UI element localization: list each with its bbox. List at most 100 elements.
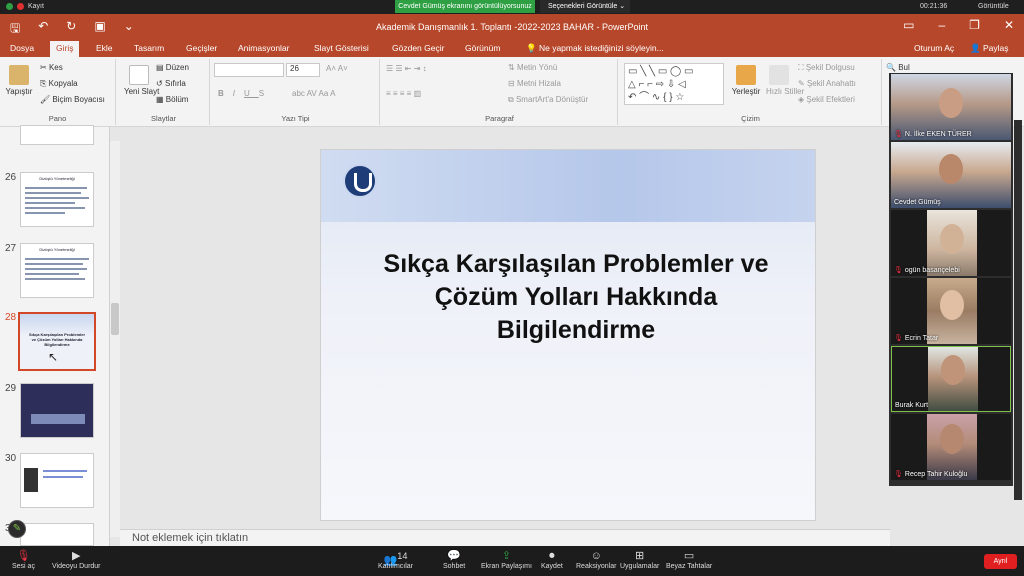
layout-button[interactable]: ▤ Düzen (156, 63, 189, 72)
mic-muted-icon: 🎙 (894, 335, 903, 342)
font-style-buttons[interactable]: BIUS (218, 89, 273, 98)
shape-fill-label: Şekil Dolgusu (805, 63, 855, 72)
apps-button[interactable]: ⊞ Uygulamalar (620, 550, 659, 570)
paste-icon (9, 65, 29, 85)
find-button[interactable]: 🔍 Bul (886, 63, 910, 72)
gallery-scrollbar[interactable] (1014, 120, 1022, 500)
cut-button[interactable]: ✂ Kes (40, 63, 63, 72)
grow-font-icon[interactable]: A˄ A˅ (326, 64, 348, 73)
smartart-button[interactable]: ⧉ SmartArt'a Dönüştür (508, 95, 588, 105)
shapes-gallery[interactable]: ▭ ╲ ╲ ▭ ◯ ▭ △ ⌐ ⌐ ⇨ ⇩ ◁ ↶ ⌒ ∿ { } ☆ (624, 63, 724, 105)
participant-tile[interactable]: 🎙 N. İlke EKEN TÜRER (891, 74, 1011, 140)
recording-indicator: Kayıt (6, 3, 44, 10)
tab-insert[interactable]: Ekle (96, 43, 113, 53)
whiteboard-label: Beyaz Tahtalar (666, 563, 713, 570)
chevron-down-icon: ⌄ (619, 3, 626, 10)
tab-slideshow[interactable]: Slayt Gösterisi (314, 43, 369, 53)
smiley-icon: ☺ (590, 550, 602, 562)
new-slide-button[interactable]: Yeni Slayt (124, 65, 159, 96)
shape-outline-button[interactable]: ✎ Şekil Anahattı (798, 79, 856, 88)
slide-canvas[interactable]: Sıkça Karşılaşılan Problemler ve Çözüm Y… (320, 149, 816, 521)
chat-button[interactable]: 💬 Sohbet (443, 550, 465, 570)
tab-review[interactable]: Gözden Geçir (392, 43, 444, 53)
chat-icon: 💬 (447, 550, 461, 562)
slide-thumbnail[interactable]: Dizüştü Yönetmeliği (20, 172, 94, 227)
text-direction-button[interactable]: ⇅ Metin Yönü (508, 63, 557, 72)
char-spacing-icon[interactable]: abc AV Aa A (292, 89, 335, 98)
record-button[interactable]: ⏺ Kaydet (541, 550, 563, 570)
slide-number: 26 (5, 172, 17, 183)
participant-tile[interactable]: 🎙 ogün basançelebi (891, 210, 1011, 276)
slide-thumbnail[interactable] (20, 125, 94, 145)
slide-thumbnail[interactable] (20, 453, 94, 508)
thumbnail-scrollbar[interactable] (110, 141, 120, 537)
view-button[interactable]: Görüntüle (978, 3, 1009, 10)
tab-file[interactable]: Dosya (10, 43, 34, 53)
align-text-button[interactable]: ⊟ Metni Hizala (508, 79, 561, 88)
quick-styles-button[interactable]: Hızlı Stiller (766, 65, 804, 96)
format-painter-button[interactable]: 🖌 Biçim Boyacısı (40, 95, 105, 104)
slide-number: 27 (5, 243, 17, 254)
minimize-icon[interactable]: – (938, 18, 945, 32)
stop-video-button[interactable]: ▶ Videoyu Durdur (52, 550, 101, 570)
workspace: 26 Dizüştü Yönetmeliği 27 Dizüştü Yönetm… (0, 125, 1024, 546)
slide-thumbnail[interactable]: Dizüştü Yönetmeliği (20, 243, 94, 298)
group-label: Çizim (741, 114, 760, 123)
reset-button[interactable]: ↺ Sıfırla (156, 79, 186, 88)
font-family-select[interactable] (214, 63, 284, 77)
tab-design[interactable]: Tasarım (134, 43, 164, 53)
unmute-button[interactable]: 🎙 Sesi aç (12, 550, 35, 570)
shape-effects-button[interactable]: ◈ Şekil Efektleri (798, 95, 855, 104)
slide-thumbnail[interactable] (20, 383, 94, 438)
slide-title[interactable]: Sıkça Karşılaşılan Problemler ve Çözüm Y… (351, 248, 801, 347)
scrollbar-thumb[interactable] (111, 303, 119, 335)
layout-icon: ▤ (156, 63, 164, 72)
align-icons[interactable]: ≡ ≡ ≡ ≡ ▥ (386, 89, 421, 98)
whiteboard-button[interactable]: ▭ Beyaz Tahtalar (666, 550, 712, 570)
participant-head (940, 290, 964, 320)
participant-head (939, 154, 963, 184)
view-options-button[interactable]: Seçenekleri Görüntüle ⌄ (540, 0, 630, 13)
ribbon-display-icon[interactable]: ▭ (903, 18, 914, 32)
bullets-icon[interactable]: ☰ ☰ ⇤ ⇥ ↕ (386, 64, 427, 73)
share-button[interactable]: 👤 Paylaş (970, 43, 1008, 54)
slide-number: 28 (5, 312, 17, 323)
paste-button[interactable]: Yapıştır (4, 65, 34, 96)
video-feed (928, 347, 978, 411)
section-label: Bölüm (165, 95, 189, 104)
slide-thumbnail[interactable] (20, 523, 94, 546)
tab-view[interactable]: Görünüm (465, 43, 500, 53)
ribbon-tabs: Dosya Giriş Ekle Tasarım Geçişler Animas… (0, 40, 1024, 57)
reactions-button[interactable]: ☺ Reaksiyonlar (576, 550, 616, 570)
notes-pane[interactable]: Not eklemek için tıklatın (120, 529, 890, 546)
copy-button[interactable]: ⎘ Kopyala (40, 79, 78, 89)
share-label: Paylaş (982, 43, 1009, 53)
restore-icon[interactable]: ❐ (969, 18, 980, 32)
thumbnail-line (25, 263, 83, 265)
mic-muted-icon: 🎙 (894, 267, 903, 274)
arrange-icon (736, 65, 756, 85)
tab-transitions[interactable]: Geçişler (186, 43, 217, 53)
share-screen-button[interactable]: ⇪ Ekran Paylaşımı (481, 550, 532, 570)
tab-home[interactable]: Giriş (50, 41, 80, 57)
tell-me-box[interactable]: 💡 Ne yapmak istediğinizi söyleyin... (526, 43, 664, 54)
shape-fill-button[interactable]: ⛶ Şekil Dolgusu (798, 63, 855, 73)
participant-gallery: 🎙 N. İlke EKEN TÜRER Cevdet Gümüş 🎙 ogün b… (889, 73, 1013, 486)
participant-name: Ecrin Tatar (904, 334, 939, 342)
thumbnail-line (25, 258, 89, 260)
section-button[interactable]: ▦ Bölüm (156, 95, 188, 104)
leave-button[interactable]: Ayrıl (984, 554, 1017, 569)
participants-button[interactable]: 👥14 Katılımcılar (378, 550, 413, 570)
participant-tile-active-speaker[interactable]: Burak Kurt (891, 346, 1011, 412)
annotate-icon[interactable]: ✎ (8, 520, 26, 538)
participant-tile[interactable]: Cevdet Gümüş (891, 142, 1011, 208)
ribbon: Yapıştır ✂ Kes ⎘ Kopyala 🖌 Biçim Boyacıs… (0, 57, 1024, 127)
close-icon[interactable]: ✕ (1004, 18, 1014, 32)
participant-tile[interactable]: 🎙 Ecrin Tatar (891, 278, 1011, 344)
sign-in-link[interactable]: Oturum Aç (914, 43, 954, 53)
arrange-button[interactable]: Yerleştir (730, 65, 762, 96)
font-size-select[interactable]: 26 (286, 63, 320, 77)
tab-animations[interactable]: Animasyonlar (238, 43, 290, 53)
participant-tile[interactable]: 🎙 Recep Tahir Kuloğlu (891, 414, 1011, 480)
slide-thumbnail-selected[interactable]: Sıkça Karşılaşılan Problemler ve Çözüm Y… (18, 312, 96, 371)
